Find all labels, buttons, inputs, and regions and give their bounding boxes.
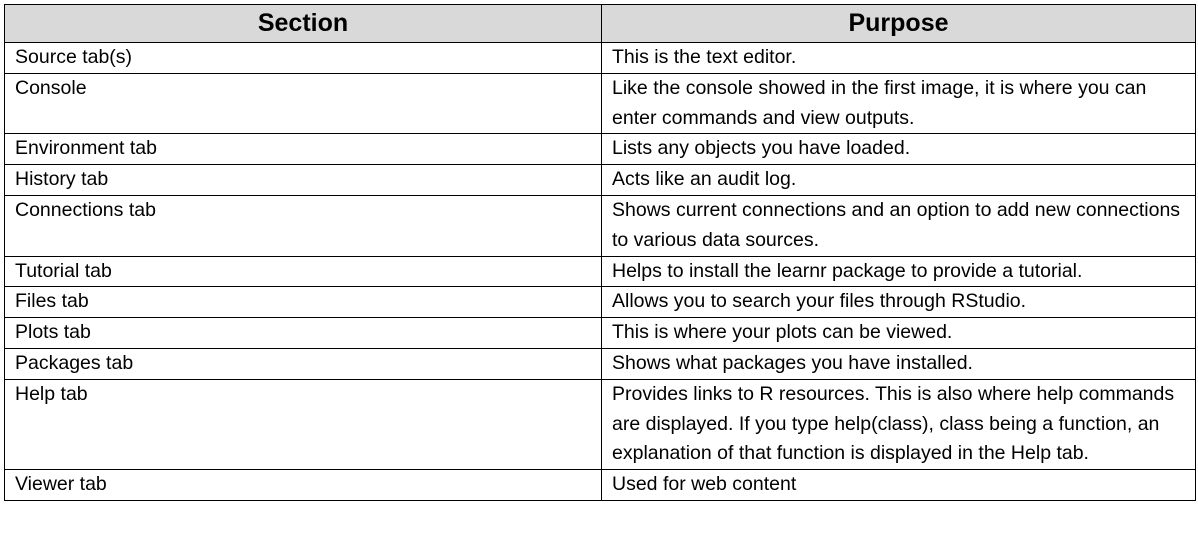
table-row: Packages tab Shows what packages you hav… [4,347,1196,380]
table-row: Files tab Allows you to search your file… [4,286,1196,319]
purpose-cell: This is where your plots can be viewed. [601,317,1196,349]
section-cell: Viewer tab [4,469,602,501]
purpose-cell: Provides links to R resources. This is a… [601,378,1196,471]
table-row: Plots tab This is where your plots can b… [4,317,1196,349]
purpose-cell: Shows current connections and an option … [601,194,1196,257]
purpose-cell: Like the console showed in the first ima… [601,72,1196,135]
table-row: Console Like the console showed in the f… [4,72,1196,135]
table-row: Environment tab Lists any objects you ha… [4,133,1196,166]
table-row: Viewer tab Used for web content [4,469,1196,501]
purpose-cell: Acts like an audit log. [601,164,1196,196]
sections-table: Section Purpose Source tab(s) This is th… [4,4,1196,501]
section-cell: Files tab [4,286,602,319]
section-cell: Console [4,72,602,135]
section-cell: Environment tab [4,133,602,166]
section-cell: Help tab [4,378,602,471]
table-row: History tab Acts like an audit log. [4,164,1196,196]
purpose-cell: Used for web content [601,469,1196,501]
purpose-cell: This is the text editor. [601,42,1196,74]
purpose-cell: Shows what packages you have installed. [601,347,1196,380]
table-row: Tutorial tab Helps to install the learnr… [4,255,1196,288]
header-purpose: Purpose [601,4,1196,43]
section-cell: Source tab(s) [4,42,602,74]
purpose-cell: Helps to install the learnr package to p… [601,255,1196,288]
purpose-cell: Lists any objects you have loaded. [601,133,1196,166]
table-body: Source tab(s) This is the text editor. C… [4,42,1196,501]
section-cell: Tutorial tab [4,255,602,288]
section-cell: Packages tab [4,347,602,380]
table-row: Help tab Provides links to R resources. … [4,378,1196,471]
table-row: Source tab(s) This is the text editor. [4,42,1196,74]
section-cell: Plots tab [4,317,602,349]
table-row: Connections tab Shows current connection… [4,194,1196,257]
purpose-cell: Allows you to search your files through … [601,286,1196,319]
section-cell: Connections tab [4,194,602,257]
header-section: Section [4,4,602,43]
table-header: Section Purpose [4,4,1196,43]
header-row: Section Purpose [4,4,1196,43]
section-cell: History tab [4,164,602,196]
